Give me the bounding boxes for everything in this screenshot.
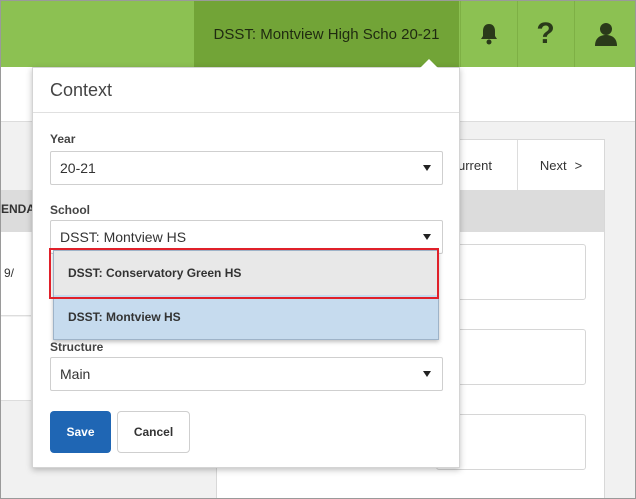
school-select[interactable]: DSST: Montview HS — [50, 220, 443, 254]
app-frame: ENDA 9/ urrent Next > DSST: Montview Hig… — [0, 0, 636, 499]
school-option[interactable]: DSST: Conservatory Green HS — [54, 251, 438, 295]
year-value: 20-21 — [60, 160, 96, 176]
popover-pointer — [420, 59, 438, 68]
year-label: Year — [50, 132, 76, 146]
caret-down-icon — [423, 165, 431, 171]
school-label: School — [50, 203, 91, 217]
user-menu-button[interactable] — [574, 1, 635, 67]
help-icon: ? — [536, 17, 555, 50]
school-option[interactable]: DSST: Montview HS — [54, 295, 438, 339]
divider — [33, 112, 459, 113]
structure-select[interactable]: Main — [50, 357, 443, 391]
structure-value: Main — [60, 366, 91, 382]
next-button[interactable]: Next > — [518, 140, 604, 190]
context-label: DSST: Montview High Scho 20-21 — [213, 25, 440, 43]
save-button[interactable]: Save — [50, 411, 111, 453]
cancel-button[interactable]: Cancel — [117, 411, 190, 453]
next-label: Next — [539, 157, 567, 173]
table-cell — [1, 317, 31, 401]
column-header: ENDA — [1, 202, 36, 216]
caret-down-icon — [423, 371, 431, 377]
help-button[interactable]: ? — [517, 1, 573, 67]
popover-title: Context — [50, 80, 113, 100]
chevron-right-icon: > — [574, 157, 583, 173]
school-value: DSST: Montview HS — [60, 229, 187, 245]
user-icon — [594, 23, 617, 46]
structure-label: Structure — [50, 340, 104, 354]
notifications-button[interactable] — [460, 1, 516, 67]
context-switcher-button[interactable]: DSST: Montview High Scho 20-21 — [194, 1, 459, 67]
school-dropdown-list: DSST: Conservatory Green HS DSST: Montvi… — [53, 250, 439, 340]
date-cell: 9/ — [4, 266, 15, 280]
bell-icon — [480, 24, 497, 45]
year-select[interactable]: 20-21 — [50, 151, 443, 185]
current-label: urrent — [458, 157, 492, 173]
caret-down-icon — [423, 234, 431, 240]
